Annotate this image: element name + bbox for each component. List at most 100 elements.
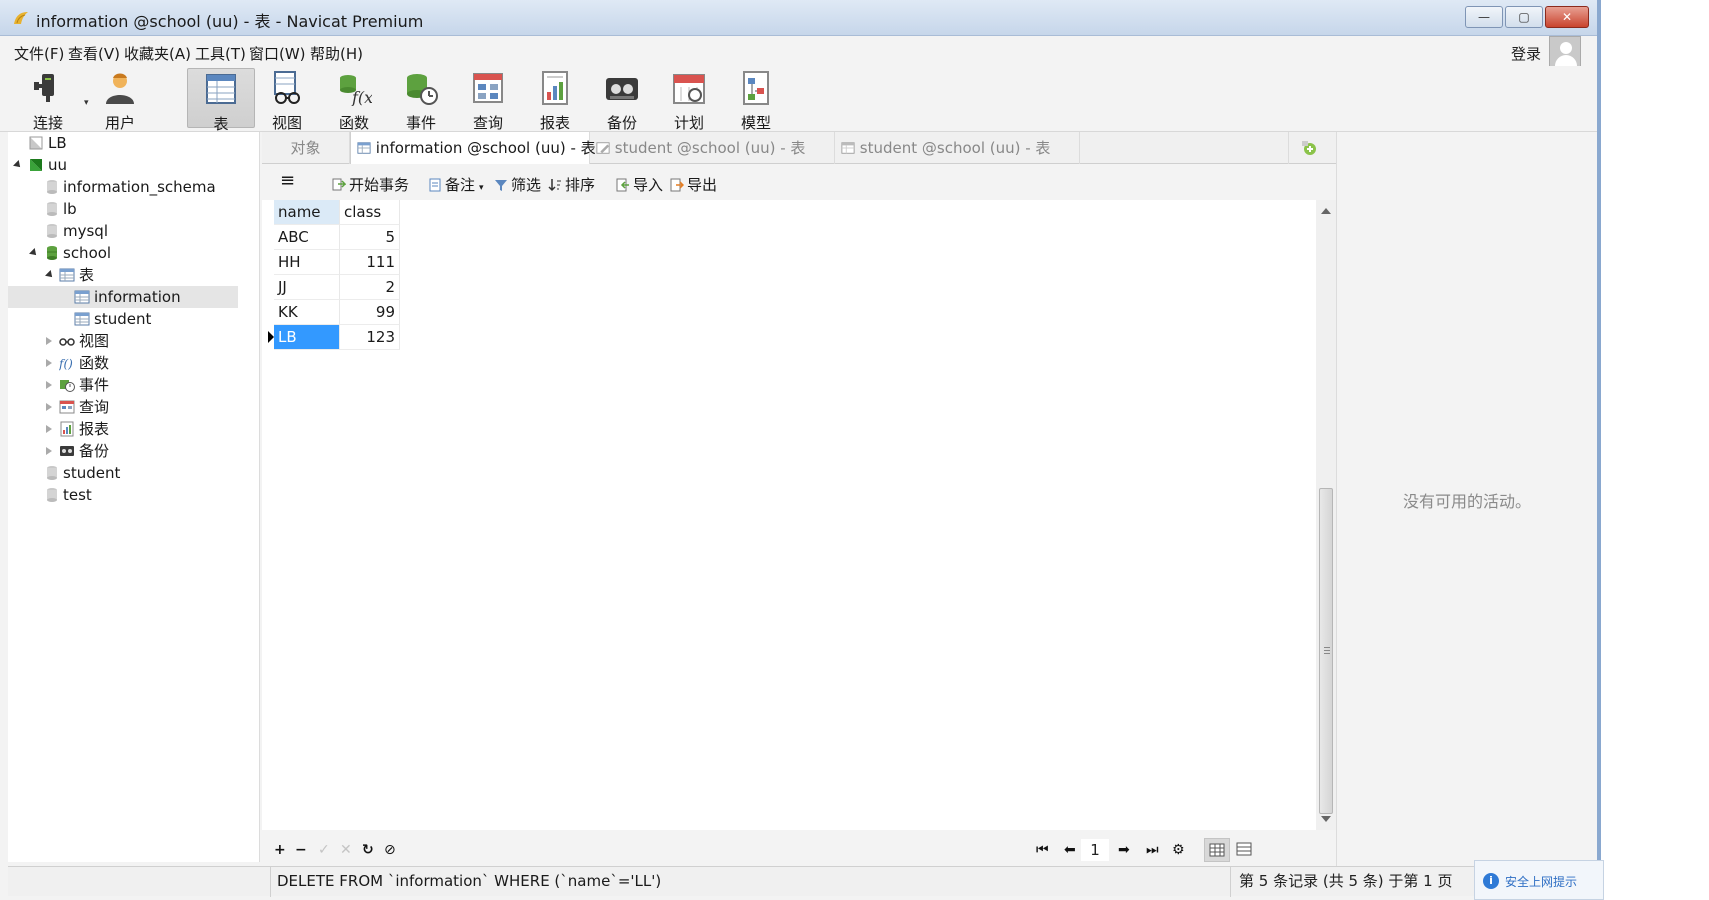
tree-item-test-database[interactable]: test xyxy=(8,484,260,506)
grid-vertical-scrollbar[interactable] xyxy=(1316,200,1336,830)
toolbar-query-button[interactable]: 查询 xyxy=(454,68,522,132)
column-header-name[interactable]: name xyxy=(274,200,340,225)
menu-favorites[interactable]: 收藏夹(A) xyxy=(124,43,191,64)
toolbar-model-button[interactable]: 模型 xyxy=(722,68,790,132)
note-button[interactable]: 备注 ▾ xyxy=(428,174,484,195)
toolbar-backup-button[interactable]: 备份 xyxy=(588,68,656,132)
collapse-icon[interactable] xyxy=(13,160,23,170)
column-header-class[interactable]: class xyxy=(340,200,400,225)
expand-icon[interactable] xyxy=(46,359,52,367)
first-page-button[interactable]: ⏮ xyxy=(1036,842,1049,858)
last-page-button[interactable]: ⏭ xyxy=(1146,842,1159,858)
tree-item-mysql[interactable]: mysql xyxy=(8,220,260,242)
expand-icon[interactable] xyxy=(46,381,52,389)
toolbar-schedule-button[interactable]: 计划 xyxy=(655,68,723,132)
grid-cell-class[interactable]: 111 xyxy=(340,250,400,275)
user-icon xyxy=(106,73,134,104)
toolbar-user-button[interactable]: 用户 xyxy=(86,68,154,132)
login-link[interactable]: 登录 xyxy=(1511,43,1541,64)
form-view-button[interactable] xyxy=(1232,838,1258,862)
previous-page-button[interactable]: ⬅ xyxy=(1064,842,1076,858)
query-icon xyxy=(59,400,75,414)
next-page-button[interactable]: ➡ xyxy=(1118,842,1130,858)
user-avatar[interactable] xyxy=(1549,36,1581,68)
tree-item-tables-folder[interactable]: 表 xyxy=(8,264,260,286)
tree-item-lb-database[interactable]: lb xyxy=(8,198,260,220)
discard-changes-button[interactable]: ✕ xyxy=(340,842,352,858)
page-number-field[interactable]: 1 xyxy=(1081,839,1109,861)
tree-item-student-database[interactable]: student xyxy=(8,462,260,484)
grid-cell-class[interactable]: 123 xyxy=(340,325,400,350)
expand-icon[interactable] xyxy=(46,337,52,345)
toolbar-event-button[interactable]: 事件 xyxy=(387,68,455,132)
tree-item-student-table[interactable]: student xyxy=(8,308,260,330)
refresh-button[interactable]: ↻ xyxy=(362,842,374,858)
tab-objects[interactable]: 对象 xyxy=(262,132,350,164)
minimize-button[interactable]: — xyxy=(1465,6,1503,28)
grid-cell-class[interactable]: 2 xyxy=(340,275,400,300)
grid-cell-name[interactable]: ABC xyxy=(274,225,340,250)
grid-cell-name-selected[interactable]: LB xyxy=(274,325,340,350)
new-tab-button[interactable] xyxy=(1288,132,1328,164)
filter-label: 筛选 xyxy=(511,176,542,194)
navigation-tree: LB uu information_schema lb mysql school xyxy=(8,132,260,862)
table-icon xyxy=(357,142,371,154)
grid-view-button[interactable] xyxy=(1204,838,1230,862)
tab-information-table[interactable]: information @school (uu) - 表 xyxy=(350,132,596,164)
menu-window[interactable]: 窗口(W) xyxy=(249,43,306,64)
expand-icon[interactable] xyxy=(46,403,52,411)
grid-cell-name[interactable]: JJ xyxy=(274,275,340,300)
stop-button[interactable]: ⊘ xyxy=(384,842,396,858)
menu-help[interactable]: 帮助(H) xyxy=(310,43,363,64)
menu-icon[interactable]: ≡ xyxy=(280,170,295,191)
expand-icon[interactable] xyxy=(46,425,52,433)
tree-item-school[interactable]: school xyxy=(8,242,260,264)
security-tip-text[interactable]: 安全上网提示 xyxy=(1505,873,1577,890)
settings-icon[interactable]: ⚙ xyxy=(1172,842,1185,858)
collapse-icon[interactable] xyxy=(45,270,55,280)
maximize-button[interactable]: ▢ xyxy=(1505,6,1543,28)
toolbar-function-button[interactable]: f(x) 函数 xyxy=(320,68,388,132)
toolbar-report-button[interactable]: 报表 xyxy=(521,68,589,132)
apply-changes-button[interactable]: ✓ xyxy=(318,842,330,858)
tree-item-events-folder[interactable]: 事件 xyxy=(8,374,260,396)
menu-tools[interactable]: 工具(T) xyxy=(195,43,246,64)
filter-button[interactable]: 筛选 xyxy=(494,174,541,195)
scroll-up-icon[interactable] xyxy=(1321,208,1331,214)
tab-label: information @school (uu) - 表 xyxy=(375,139,596,157)
delete-record-button[interactable]: − xyxy=(295,842,307,858)
expand-icon[interactable] xyxy=(46,447,52,455)
tree-item-views-folder[interactable]: 视图 xyxy=(8,330,260,352)
close-button[interactable]: ✕ xyxy=(1545,6,1589,28)
grid-cell-name[interactable]: HH xyxy=(274,250,340,275)
collapse-icon[interactable] xyxy=(29,248,39,258)
scroll-down-icon[interactable] xyxy=(1321,816,1331,822)
security-tip-notification[interactable]: i 安全上网提示 xyxy=(1474,860,1604,900)
toolbar-view-button[interactable]: 视图 xyxy=(253,68,321,132)
add-record-button[interactable]: + xyxy=(274,842,286,858)
tab-student-table[interactable]: student @school (uu) - 表 xyxy=(835,132,1080,164)
toolbar-connect-button[interactable]: 连接 xyxy=(14,68,82,132)
tree-item-lb-connection[interactable]: LB xyxy=(8,132,260,154)
grid-cell-class[interactable]: 99 xyxy=(340,300,400,325)
tree-item-queries-folder[interactable]: 查询 xyxy=(8,396,260,418)
menu-file[interactable]: 文件(F) xyxy=(14,43,64,64)
tab-student-table-design[interactable]: student @school (uu) - 表 xyxy=(590,132,835,164)
tree-item-information-schema[interactable]: information_schema xyxy=(8,176,260,198)
toolbar-table-button[interactable]: 表 xyxy=(187,68,255,133)
tree-item-reports-folder[interactable]: 报表 xyxy=(8,418,260,440)
tree-item-functions-folder[interactable]: f() 函数 xyxy=(8,352,260,374)
import-button[interactable]: 导入 xyxy=(616,174,663,195)
export-button[interactable]: 导出 xyxy=(670,174,717,195)
tree-item-backups-folder[interactable]: 备份 xyxy=(8,440,260,462)
note-dropdown-icon[interactable]: ▾ xyxy=(479,183,484,193)
grid-cell-name[interactable]: KK xyxy=(274,300,340,325)
grid-cell-class[interactable]: 5 xyxy=(340,225,400,250)
begin-transaction-button[interactable]: 开始事务 xyxy=(332,174,409,195)
transaction-icon xyxy=(332,178,346,191)
scrollbar-thumb[interactable] xyxy=(1319,488,1333,814)
sort-button[interactable]: 排序 xyxy=(548,174,595,195)
tree-item-information-table[interactable]: information xyxy=(8,286,238,308)
tree-item-uu-connection[interactable]: uu xyxy=(8,154,260,176)
menu-view[interactable]: 查看(V) xyxy=(68,43,120,64)
